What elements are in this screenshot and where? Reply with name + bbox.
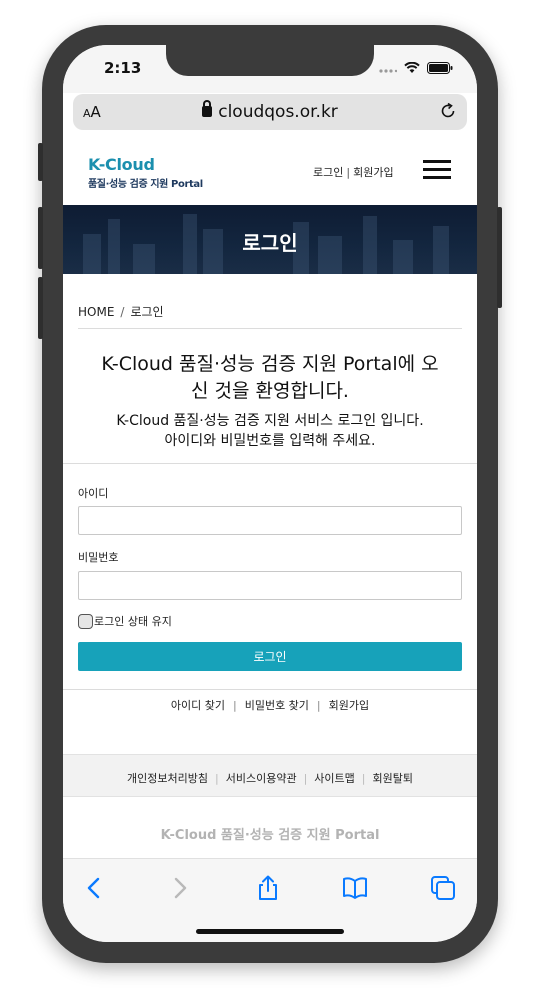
signup-link-bottom[interactable]: 회원가입 [329,699,369,712]
terms-link[interactable]: 서비스이용약관 [226,772,297,785]
menu-icon[interactable] [423,160,451,180]
footer-links-bar: 개인정보처리방침 | 서비스이용약관 | 사이트맵 | 회원탈퇴 [63,754,477,797]
id-input[interactable] [78,506,462,535]
breadcrumb-home[interactable]: HOME [78,305,114,319]
remember-label[interactable]: 로그인 상태 유지 [94,613,172,629]
login-link[interactable]: 로그인 [313,166,343,179]
find-id-link[interactable]: 아이디 찾기 [171,699,225,712]
volume-down-button [38,277,43,339]
sitemap-link[interactable]: 사이트맵 [314,772,354,785]
share-icon[interactable] [254,875,282,901]
welcome-description: K-Cloud 품질·성능 검증 지원 서비스 로그인 입니다. 아이디와 비밀… [116,413,424,449]
logo-title[interactable]: K-Cloud [88,155,155,174]
wifi-icon [404,62,420,73]
url-field[interactable]: cloudqos.or.kr [73,100,467,122]
divider [78,328,462,329]
password-input[interactable] [78,571,462,600]
remember-login[interactable]: 로그인 상태 유지 [78,613,172,629]
bookmarks-icon[interactable] [341,875,369,901]
mute-switch [38,143,43,181]
find-password-link[interactable]: 비밀번호 찾기 [245,699,309,712]
remember-checkbox[interactable] [78,613,93,629]
page-banner: 로그인 [63,205,477,274]
tabs-icon[interactable] [429,875,457,901]
divider [63,463,477,464]
back-icon[interactable] [80,875,108,901]
site-header: K-Cloud 품질·성능 검증 지원 Portal 로그인 | 회원가입 [63,140,477,205]
page-title: 로그인 [242,231,298,255]
welcome-heading: K-Cloud 품질·성능 검증 지원 Portal에 오 신 것을 환영합니다… [101,353,439,402]
power-button [497,207,502,308]
login-button[interactable]: 로그인 [78,642,462,671]
address-bar[interactable]: AA cloudqos.or.kr [73,94,467,130]
top-links: 로그인 | 회원가입 [313,166,394,179]
withdraw-link[interactable]: 회원탈퇴 [372,772,412,785]
id-label: 아이디 [78,487,109,500]
home-indicator[interactable] [196,929,344,934]
breadcrumb: HOME / 로그인 [78,305,164,319]
divider [63,689,477,690]
account-links: 아이디 찾기 | 비밀번호 찾기 | 회원가입 [170,699,370,712]
signal-icon [379,69,397,73]
reload-icon[interactable] [439,102,457,120]
breadcrumb-current: 로그인 [130,305,164,319]
status-time: 2:13 [104,59,142,77]
volume-up-button [38,207,43,269]
notch [166,45,374,76]
screen: 2:13 AA cloudqos.or.kr K-Cloud 품질·성능 검증 … [63,45,477,942]
forward-icon[interactable] [166,875,194,901]
battery-icon [427,62,453,74]
logo-subtitle[interactable]: 품질·성능 검증 지원 Portal [88,175,203,190]
footer-brand: K-Cloud 품질·성능 검증 지원 Portal [160,828,380,843]
signup-link[interactable]: 회원가입 [353,166,393,179]
lock-icon [202,100,213,117]
password-label: 비밀번호 [78,551,119,564]
privacy-policy-link[interactable]: 개인정보처리방침 [127,772,208,785]
